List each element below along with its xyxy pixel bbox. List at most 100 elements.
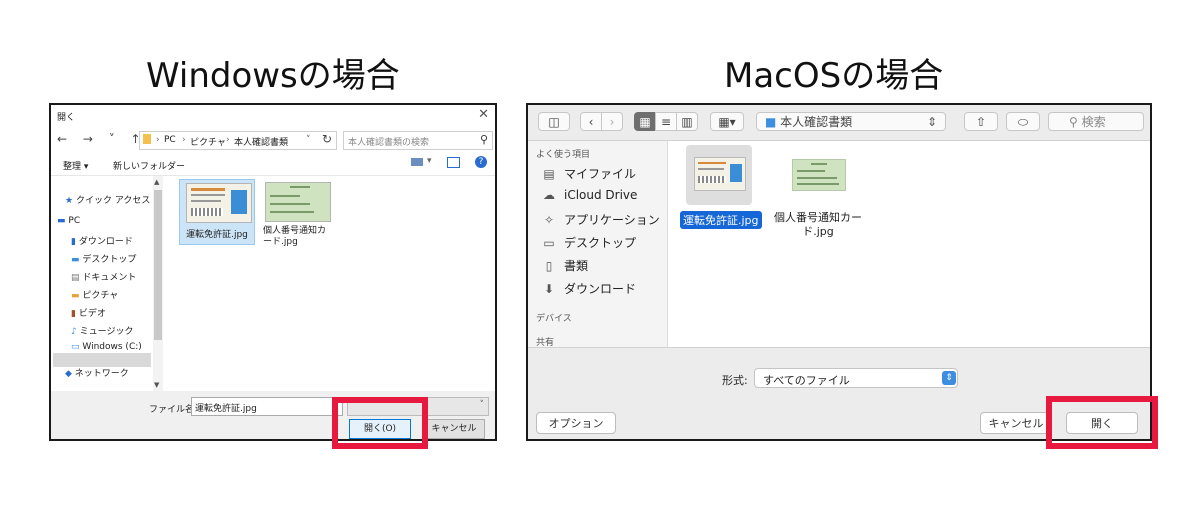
cancel-button[interactable]: キャンセル — [423, 419, 485, 439]
tag-icon[interactable]: ⬭ — [1006, 112, 1040, 131]
file-thumbnail[interactable] — [792, 159, 846, 191]
cancel-button[interactable]: キャンセル — [980, 412, 1052, 434]
scroll-up-icon[interactable]: ▲ — [154, 178, 159, 186]
command-bar: 整理 ▾ 新しいフォルダー ▾ ? — [51, 153, 495, 176]
format-label: 形式: — [722, 374, 748, 387]
download-folder-icon: ▮ — [71, 237, 76, 247]
breadcrumb-pictures[interactable]: ピクチャ — [190, 135, 226, 148]
download-icon: ⬇ — [543, 282, 555, 296]
file-item-my-number-card[interactable]: 個人番号通知カード.jpg — [259, 179, 333, 247]
sidebar-item-icloud[interactable]: ☁ iCloud Drive — [540, 188, 637, 202]
music-folder-icon: ♪ — [71, 327, 77, 337]
new-folder-button[interactable]: 新しいフォルダー — [113, 159, 185, 172]
search-input[interactable]: ⚲ 検索 — [1048, 112, 1144, 131]
search-input[interactable]: 本人確認書類の検索 ⚲ — [343, 131, 493, 150]
navigation-buttons[interactable]: ← → ˅ ↑ — [57, 132, 147, 146]
nav-network[interactable]: ◆ ネットワーク — [65, 366, 129, 379]
current-folder-name: 本人確認書類 — [780, 115, 853, 129]
scrollbar-thumb[interactable] — [154, 190, 162, 340]
back-icon[interactable]: ‹ — [580, 112, 602, 131]
nav-pc[interactable]: ▬ PC — [57, 216, 80, 226]
nav-windows-drive[interactable]: ▭ Windows (C:) — [71, 342, 142, 352]
videos-folder-icon: ▮ — [71, 309, 76, 319]
sidebar-toggle-icon[interactable]: ◫ — [538, 112, 570, 131]
star-icon: ★ — [65, 196, 74, 206]
windows-open-dialog: 開く ✕ ← → ˅ ↑ › PC › ピクチャ › 本人確認書類 ˅ ↻ 本人… — [49, 103, 497, 441]
dialog-footer: ファイル名(N): 運転免許証.jpg ˅ 開く(O) キャンセル — [51, 391, 495, 439]
applications-icon: ✧ — [543, 213, 555, 227]
nav-music[interactable]: ♪ ミュージック — [71, 324, 133, 337]
file-thumbnail — [186, 183, 252, 223]
sidebar-item-documents[interactable]: ▯ 書類 — [540, 257, 588, 274]
pictures-folder-icon: ▬ — [71, 291, 80, 301]
updown-chevron-icon: ⇕ — [926, 115, 937, 129]
nav-scrollbar[interactable]: ▲ ▼ — [153, 176, 163, 391]
cloud-icon: ☁ — [543, 188, 555, 202]
chevron-down-icon: ˅ — [479, 400, 485, 410]
nav-desktop[interactable]: ▬ デスクトップ — [71, 252, 136, 265]
nav-pictures[interactable]: ▬ ピクチャ — [71, 288, 118, 301]
list-view-icon[interactable]: ≡ — [655, 112, 677, 131]
navigation-pane: ★ クイック アクセス ▬ PC ▮ ダウンロード ▬ デスクトップ ▤ ドキュ… — [51, 176, 153, 391]
documents-folder-icon: ▤ — [71, 273, 80, 283]
title-bar: 開く ✕ — [51, 105, 495, 127]
organize-button[interactable]: 整理 ▾ — [63, 159, 88, 172]
file-name: 運転免許証.jpg — [186, 230, 248, 240]
options-button[interactable]: オプション — [536, 412, 616, 434]
chevron-down-icon[interactable]: ˅ — [306, 135, 311, 145]
breadcrumb[interactable]: › PC › ピクチャ › 本人確認書類 ˅ ↻ — [139, 131, 337, 150]
mac-heading: MacOSの場合 — [724, 56, 944, 96]
sidebar-section-favorites: よく使う項目 — [536, 150, 591, 160]
folder-icon — [143, 134, 151, 144]
nav-documents[interactable]: ▤ ドキュメント — [71, 270, 136, 283]
close-icon[interactable]: ✕ — [478, 107, 489, 122]
updown-chevron-icon: ⇕ — [942, 371, 956, 385]
preview-pane-icon[interactable] — [447, 157, 460, 168]
nav-downloads[interactable]: ▮ ダウンロード — [71, 234, 133, 247]
nav-quick-access[interactable]: ★ クイック アクセス — [65, 193, 150, 206]
forward-icon[interactable]: › — [601, 112, 623, 131]
group-view-icon[interactable]: ▦▾ — [710, 112, 744, 131]
nav-videos[interactable]: ▮ ビデオ — [71, 306, 106, 319]
column-view-icon[interactable]: ▥ — [676, 112, 698, 131]
folder-icon: ■ — [765, 115, 777, 129]
folder-popup[interactable]: ■ 本人確認書類 ⇕ — [756, 112, 946, 131]
sidebar-item-my-files[interactable]: ▤ マイファイル — [540, 165, 636, 182]
dialog-title: 開く — [57, 113, 76, 123]
file-thumbnail — [265, 182, 331, 222]
file-browser: 運転免許証.jpg 個人番号通知カー ド.jpg — [668, 141, 1150, 347]
breadcrumb-folder[interactable]: 本人確認書類 — [234, 135, 288, 148]
sidebar-item-applications[interactable]: ✧ アプリケーション — [540, 211, 660, 228]
open-button-highlight — [1046, 396, 1158, 449]
icon-view-icon[interactable]: ▦ — [634, 112, 656, 131]
windows-heading: Windowsの場合 — [146, 56, 400, 96]
file-thumbnail[interactable] — [694, 157, 746, 191]
drive-icon: ▭ — [71, 342, 80, 352]
computer-icon: ▬ — [57, 216, 66, 226]
file-name: 個人番号通知カード.jpg — [263, 226, 327, 247]
sidebar-item-desktop[interactable]: ▭ デスクトップ — [540, 234, 636, 251]
file-name-my-number-card[interactable]: 個人番号通知カー ド.jpg — [772, 211, 864, 239]
scroll-down-icon[interactable]: ▼ — [154, 381, 159, 389]
document-icon: ▯ — [545, 259, 553, 273]
search-placeholder: 本人確認書類の検索 — [348, 138, 430, 148]
file-item-drivers-license[interactable]: 運転免許証.jpg — [179, 179, 255, 245]
share-icon[interactable]: ⇧ — [964, 112, 998, 131]
file-name-drivers-license[interactable]: 運転免許証.jpg — [680, 211, 762, 229]
toolbar: ◫ ‹ › ▦ ≡ ▥ ▦▾ ■ 本人確認書類 ⇕ ⇧ ⬭ ⚲ 検索 — [528, 105, 1150, 141]
filename-input[interactable]: 運転免許証.jpg — [191, 397, 343, 416]
search-icon: ⚲ — [479, 133, 488, 146]
help-icon[interactable]: ? — [475, 156, 487, 168]
mac-open-dialog: ◫ ‹ › ▦ ≡ ▥ ▦▾ ■ 本人確認書類 ⇕ ⇧ ⬭ ⚲ 検索 よく使う項… — [526, 103, 1152, 441]
format-value: すべてのファイル — [763, 374, 850, 387]
open-button-highlight — [332, 397, 428, 449]
refresh-icon[interactable]: ↻ — [322, 132, 332, 146]
sidebar-item-downloads[interactable]: ⬇ ダウンロード — [540, 280, 636, 297]
selected-nav-highlight — [53, 353, 151, 367]
sidebar-section-devices: デバイス — [536, 314, 572, 324]
view-options-icon[interactable] — [411, 158, 423, 166]
files-icon: ▤ — [543, 167, 555, 181]
breadcrumb-pc[interactable]: PC — [164, 135, 176, 145]
address-row: ← → ˅ ↑ › PC › ピクチャ › 本人確認書類 ˅ ↻ 本人確認書類の… — [51, 129, 495, 151]
format-popup[interactable]: すべてのファイル ⇕ — [754, 368, 958, 388]
